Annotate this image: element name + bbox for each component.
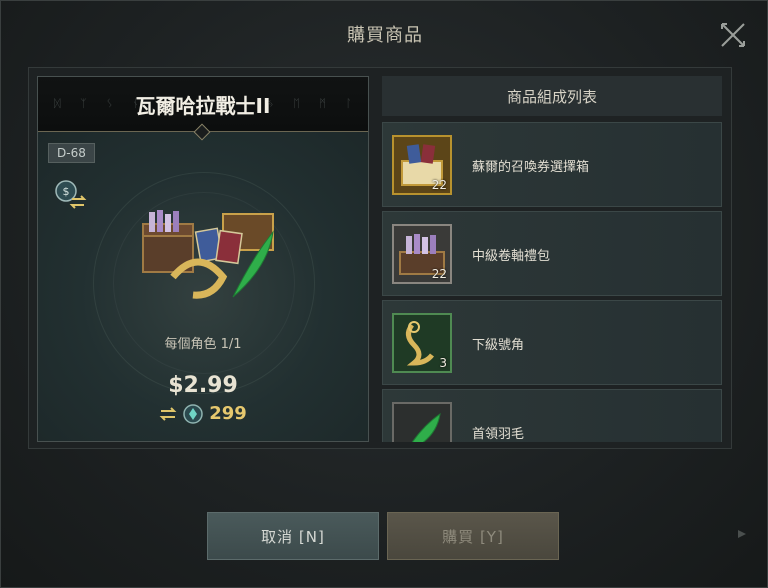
product-bundle-image <box>142 210 274 299</box>
alternate-price: 299 <box>38 403 368 424</box>
dialog-title: 購買商品 <box>347 25 423 46</box>
item-quantity: 22 <box>431 178 447 192</box>
product-panel: ᛞ ᛉ ᛊ ᚾ 瓦爾哈拉戰士II ᛃ ᛖ ᛗ ᛚ D-68 $ 每個角色 1/1… <box>37 76 369 442</box>
gold-chest-icon: 22 <box>392 135 452 195</box>
buy-button[interactable]: 購買 [Y] <box>387 512 559 560</box>
close-x-icon <box>721 23 745 47</box>
item-name: 中級卷軸禮包 <box>472 249 551 264</box>
rune-decoration-left: ᛞ ᛉ ᛊ ᚾ <box>54 97 147 110</box>
swap-arrows-icon <box>159 406 177 421</box>
composition-list-header: 商品組成列表 <box>382 76 722 116</box>
cancel-button[interactable]: 取消 [N] <box>207 512 379 560</box>
product-tag: D-68 <box>48 143 95 163</box>
corner-ornament-icon <box>738 530 746 538</box>
purchase-limit: 每個角色 1/1 <box>164 337 242 352</box>
currency-exchange-icon[interactable]: $ <box>54 179 88 209</box>
list-item[interactable]: 22 蘇爾的召喚券選擇箱 <box>382 122 722 207</box>
item-name: 蘇爾的召喚券選擇箱 <box>472 160 590 175</box>
horn-icon: 3 <box>392 313 452 373</box>
item-name: 下級號角 <box>472 338 525 353</box>
svg-text:$: $ <box>63 185 70 198</box>
dialog-title-bar: 購買商品 <box>1 1 768 67</box>
feather-icon <box>392 402 452 442</box>
purchase-dialog: 購買商品 ᛞ ᛉ ᛊ ᚾ 瓦爾哈拉戰士II ᛃ ᛖ ᛗ ᛚ D-68 $ 每個角… <box>0 0 768 588</box>
item-name: 首領羽毛 <box>472 427 525 442</box>
item-quantity: 3 <box>439 356 447 370</box>
list-item[interactable]: 首領羽毛 <box>382 389 722 442</box>
list-item[interactable]: 22 中級卷軸禮包 <box>382 211 722 296</box>
scroll-chest-icon: 22 <box>392 224 452 284</box>
item-quantity: 22 <box>431 267 447 281</box>
alternate-price-amount: 299 <box>209 403 247 424</box>
rune-decoration-right: ᛃ ᛖ ᛗ ᛚ <box>267 97 360 110</box>
product-name: 瓦爾哈拉戰士II <box>135 93 271 118</box>
close-button[interactable] <box>719 21 747 49</box>
diamond-coin-icon <box>183 403 203 424</box>
composition-list[interactable]: 22 蘇爾的召喚券選擇箱 22 中級卷軸禮包 3 下級號角 首領羽毛 <box>382 122 722 442</box>
list-item[interactable]: 3 下級號角 <box>382 300 722 385</box>
product-price: $2.99 <box>168 373 238 398</box>
